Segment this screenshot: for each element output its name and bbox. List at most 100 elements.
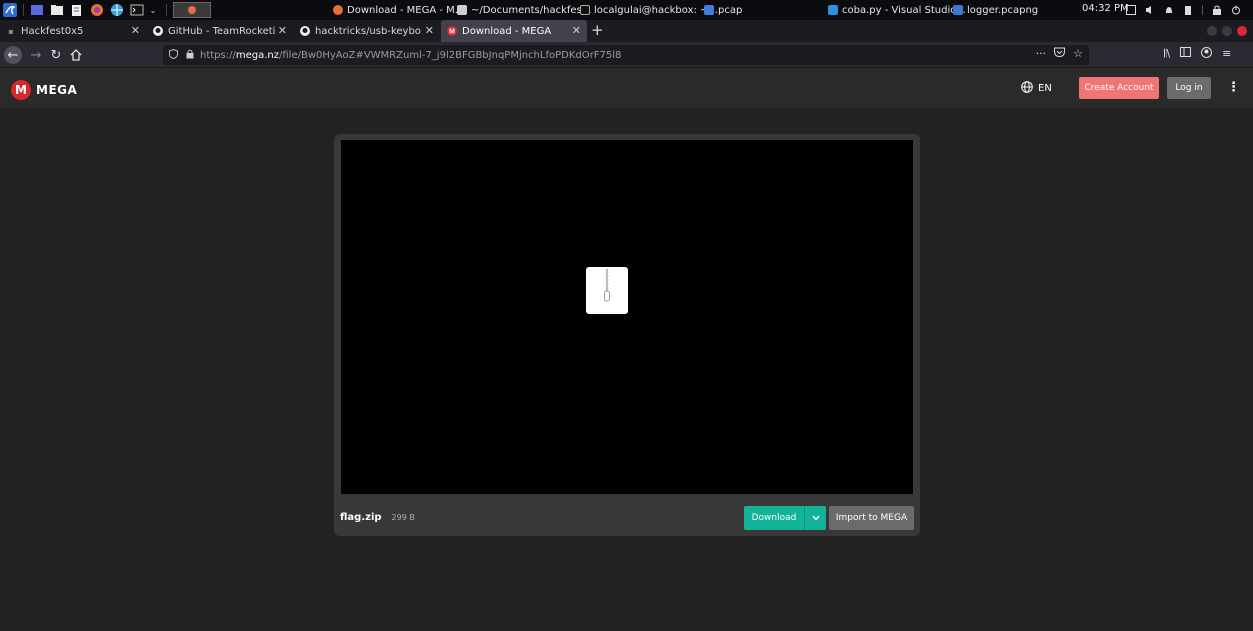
tab-label: Hackfest0x5 xyxy=(21,25,84,37)
download-options-chevron-down-icon[interactable] xyxy=(804,506,826,530)
taskbar-window-label: Download - MEGA - M... xyxy=(347,4,465,16)
home-icon[interactable] xyxy=(67,46,85,64)
taskbar-separator xyxy=(166,4,167,16)
tab-label: hacktricks/usb-keyboard xyxy=(315,25,421,37)
taskbar-window[interactable]: pcap xyxy=(704,0,742,20)
ctf-icon: ▪ xyxy=(8,26,14,36)
browser-tab-active[interactable]: M Download - MEGA ✕ xyxy=(441,20,587,42)
tab-label: GitHub - TeamRocketist/ xyxy=(168,25,276,37)
lock-icon[interactable] xyxy=(186,49,194,62)
url-bar[interactable]: https://mega.nz/file/Bw0HyAoZ#VWMRZuml-7… xyxy=(163,45,1089,65)
close-icon[interactable]: ✕ xyxy=(572,24,581,37)
mega-logo-icon: M xyxy=(11,80,31,100)
language-selector[interactable]: EN xyxy=(1021,81,1052,96)
svg-text:M: M xyxy=(449,29,455,36)
language-code: EN xyxy=(1038,83,1052,94)
login-button[interactable]: Log in xyxy=(1167,77,1211,99)
file-size: 299 B xyxy=(391,513,415,522)
new-tab-button[interactable]: + xyxy=(591,21,604,39)
active-window-thumb[interactable] xyxy=(173,2,211,18)
display-icon[interactable] xyxy=(1126,5,1136,15)
zip-file-icon xyxy=(586,267,628,314)
close-icon[interactable]: ✕ xyxy=(425,24,434,37)
pocket-icon[interactable] xyxy=(1054,47,1066,60)
download-button[interactable]: Download xyxy=(744,506,804,530)
terminal-icon xyxy=(580,5,590,15)
file-info: flag.zip 299 B xyxy=(340,512,415,523)
github-icon xyxy=(153,26,163,36)
app-menu-icon[interactable] xyxy=(3,3,17,17)
navigation-bar: ← → ↻ https://mega.nz/file/Bw0HyAoZ#VWMR… xyxy=(0,42,1253,68)
taskbar-window[interactable]: Download - MEGA - M... xyxy=(333,0,464,20)
vscode-icon xyxy=(828,5,838,15)
taskbar-window[interactable]: coba.py - Visual Studio... xyxy=(828,0,966,20)
taskbar-window-label: logger.pcapng xyxy=(967,4,1039,16)
close-icon[interactable]: ✕ xyxy=(278,24,287,37)
terminal-icon[interactable] xyxy=(130,3,144,17)
url-actions: ··· ☆ xyxy=(1036,47,1083,60)
window-controls xyxy=(1207,26,1247,36)
wireshark-icon xyxy=(953,5,963,15)
battery-icon[interactable] xyxy=(1183,5,1193,15)
globe-icon xyxy=(1021,81,1033,96)
tab-label: Download - MEGA xyxy=(462,25,552,37)
system-tray xyxy=(1126,2,1241,18)
mega-logo[interactable]: M MEGA xyxy=(11,80,77,100)
mega-brand: MEGA xyxy=(36,83,78,97)
back-arrow-icon[interactable]: ← xyxy=(4,46,22,64)
mega-header: M MEGA EN Create Account Log in ⋮ xyxy=(0,68,1253,108)
github-icon xyxy=(300,26,310,36)
notification-bell-icon[interactable] xyxy=(1164,5,1174,15)
lock-icon[interactable] xyxy=(1212,5,1222,15)
firefox-icon[interactable] xyxy=(90,3,104,17)
taskbar-window-label: ~/Documents/hackfes... xyxy=(471,4,592,16)
more-actions-icon[interactable]: ··· xyxy=(1036,47,1047,60)
clock[interactable]: 04:32 PM xyxy=(1082,3,1129,14)
forward-arrow-icon[interactable]: → xyxy=(27,46,45,64)
file-manager-icon[interactable] xyxy=(50,3,64,17)
taskbar-window[interactable]: logger.pcapng xyxy=(953,0,1038,20)
separator xyxy=(1202,5,1203,15)
browser-tab-bar: ▪ Hackfest0x5 ✕ GitHub - TeamRocketist/ … xyxy=(0,20,1253,42)
toolbar-right: 𝄃\ ≡ xyxy=(1164,47,1231,61)
reload-icon[interactable]: ↻ xyxy=(47,46,65,64)
url-path: /file/Bw0HyAoZ#VWMRZuml-7_j9l2BFGBbJnqPM… xyxy=(279,49,622,61)
browser-tab[interactable]: GitHub - TeamRocketist/ ✕ xyxy=(147,20,293,42)
close-window-button[interactable] xyxy=(1237,26,1247,36)
browser-tab[interactable]: ▪ Hackfest0x5 ✕ xyxy=(0,20,146,42)
taskbar-window[interactable]: localgulai@hackbox: ~... xyxy=(580,0,718,20)
url-text: https://mega.nz/file/Bw0HyAoZ#VWMRZuml-7… xyxy=(200,50,621,61)
browser-globe-icon[interactable] xyxy=(110,3,124,17)
taskbar-window-label: coba.py - Visual Studio... xyxy=(842,4,966,16)
bookmark-star-icon[interactable]: ☆ xyxy=(1073,47,1083,60)
file-preview-area xyxy=(341,140,913,494)
taskbar-window[interactable]: ~/Documents/hackfes... xyxy=(457,0,591,20)
maximize-button[interactable] xyxy=(1222,26,1232,36)
volume-icon[interactable] xyxy=(1145,5,1155,15)
workspace-icon[interactable] xyxy=(30,3,44,17)
import-to-mega-button[interactable]: Import to MEGA xyxy=(829,506,914,530)
text-editor-icon xyxy=(457,5,467,15)
url-host: mega.nz xyxy=(235,49,279,61)
mega-favicon: M xyxy=(447,26,457,36)
browser-tab[interactable]: hacktricks/usb-keyboard ✕ xyxy=(294,20,440,42)
chevron-down-icon[interactable]: ⌄ xyxy=(146,3,160,17)
close-icon[interactable]: ✕ xyxy=(131,24,140,37)
account-icon[interactable] xyxy=(1201,47,1213,61)
shield-icon[interactable] xyxy=(169,48,178,62)
folder-icon xyxy=(704,5,714,15)
more-options-icon[interactable]: ⋮ xyxy=(1227,80,1240,95)
url-scheme: https:// xyxy=(200,49,236,61)
taskbar-window-label: pcap xyxy=(718,4,743,16)
menu-icon[interactable]: ≡ xyxy=(1222,47,1231,61)
firefox-icon xyxy=(333,5,343,15)
library-icon[interactable]: 𝄃\ xyxy=(1164,47,1170,61)
sidebar-icon[interactable] xyxy=(1180,47,1192,61)
minimize-button[interactable] xyxy=(1207,26,1217,36)
create-account-button[interactable]: Create Account xyxy=(1079,77,1159,99)
os-taskbar: ⌄ Download - MEGA - M... ~/Documents/hac… xyxy=(0,0,1253,20)
power-icon[interactable] xyxy=(1231,5,1241,15)
file-preview-card: flag.zip 299 B Download Import to MEGA xyxy=(334,134,920,536)
text-editor-icon[interactable] xyxy=(70,3,84,17)
file-name: flag.zip xyxy=(340,512,382,523)
